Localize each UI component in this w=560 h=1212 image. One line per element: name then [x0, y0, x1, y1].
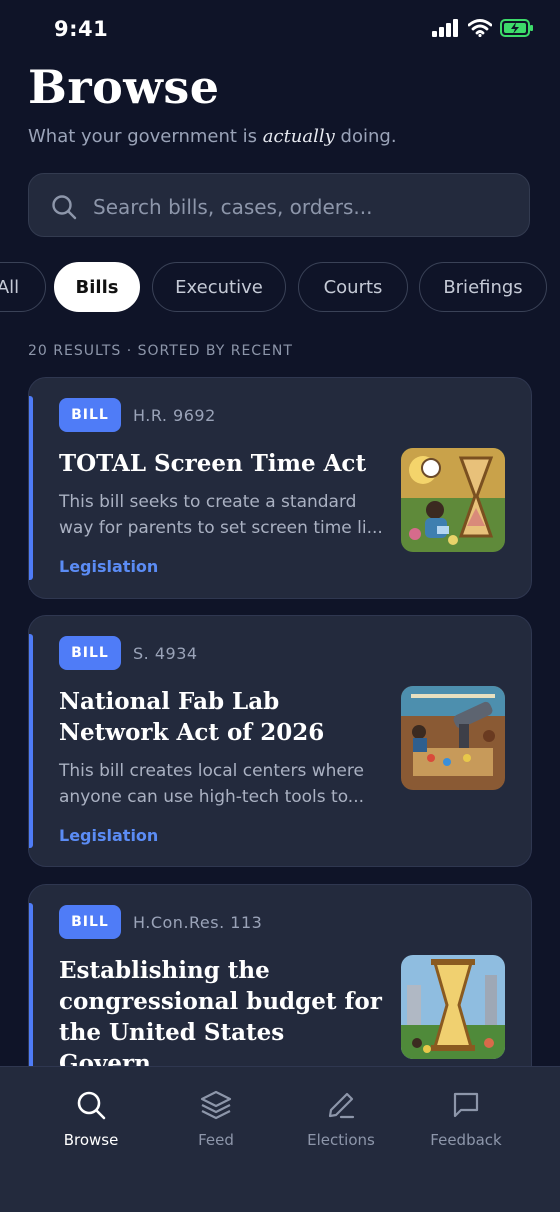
tab-label: Browse: [63, 1131, 119, 1149]
tab-feedback[interactable]: Feedback: [406, 1085, 526, 1149]
tab-elections[interactable]: Elections: [281, 1085, 401, 1149]
search-icon: [31, 1085, 151, 1125]
page-title: Browse: [28, 60, 220, 114]
bill-title: TOTAL Screen Time Act: [59, 450, 367, 477]
bill-type-badge: BILL: [59, 905, 121, 939]
subtitle-text: What your government is: [28, 126, 263, 147]
filter-chip-executive[interactable]: Executive: [152, 262, 286, 312]
filter-chip-briefings[interactable]: Briefings: [419, 262, 547, 312]
bill-category-tag[interactable]: Legislation: [59, 557, 158, 576]
tab-label: Elections: [307, 1131, 375, 1149]
bill-description: This bill creates local centers where an…: [59, 761, 365, 807]
search-bar[interactable]: [28, 173, 530, 237]
card-accent-bar: [29, 634, 33, 848]
message-icon: [406, 1085, 526, 1125]
bill-category-tag[interactable]: Legislation: [59, 826, 158, 845]
tab-label: Feedback: [430, 1131, 502, 1149]
subtitle-emphasis: actually: [262, 126, 335, 147]
bill-illustration: [401, 686, 505, 790]
layers-icon: [156, 1085, 276, 1125]
bill-description: This bill seeks to create a standard way…: [59, 492, 383, 538]
filter-chip-courts[interactable]: Courts: [298, 262, 408, 312]
bill-illustration: [401, 955, 505, 1059]
pen-icon: [281, 1085, 401, 1125]
bill-type-badge: BILL: [59, 398, 121, 432]
bottom-tab-bar: Browse Feed Elections Feedback: [0, 1066, 560, 1212]
bill-illustration: [401, 448, 505, 552]
bill-title: Establishing the congressional budget fo…: [59, 957, 382, 1066]
tab-label: Feed: [198, 1131, 234, 1149]
bill-card[interactable]: BILL S. 4934 National Fab Lab Network Ac…: [28, 615, 532, 867]
bill-number: H.Con.Res. 113: [133, 913, 263, 932]
filter-chip-all[interactable]: All: [0, 262, 46, 312]
bill-number: H.R. 9692: [133, 406, 216, 425]
search-icon: [51, 194, 77, 224]
bill-number: S. 4934: [133, 644, 198, 663]
results-summary: 20 RESULTS · SORTED BY RECENT: [28, 343, 293, 359]
bill-card[interactable]: BILL H.R. 9692 TOTAL Screen Time Act Thi…: [28, 377, 532, 599]
card-accent-bar: [29, 396, 33, 580]
search-input[interactable]: [91, 188, 515, 226]
bill-card[interactable]: BILL H.Con.Res. 113 Establishing the con…: [28, 884, 532, 1066]
bill-type-badge: BILL: [59, 636, 121, 670]
filter-chips: All Bills Executive Courts Briefings: [0, 262, 560, 312]
filter-chip-bills[interactable]: Bills: [54, 262, 140, 312]
card-accent-bar: [29, 903, 33, 1066]
page-subtitle: What your government is actually doing.: [28, 126, 397, 147]
tab-feed[interactable]: Feed: [156, 1085, 276, 1149]
tab-browse[interactable]: Browse: [31, 1085, 151, 1149]
bill-title: National Fab Lab Network Act of 2026: [59, 688, 325, 746]
subtitle-text-end: doing.: [334, 126, 397, 147]
browse-scroll-area[interactable]: Browse What your government is actually …: [0, 0, 560, 1066]
